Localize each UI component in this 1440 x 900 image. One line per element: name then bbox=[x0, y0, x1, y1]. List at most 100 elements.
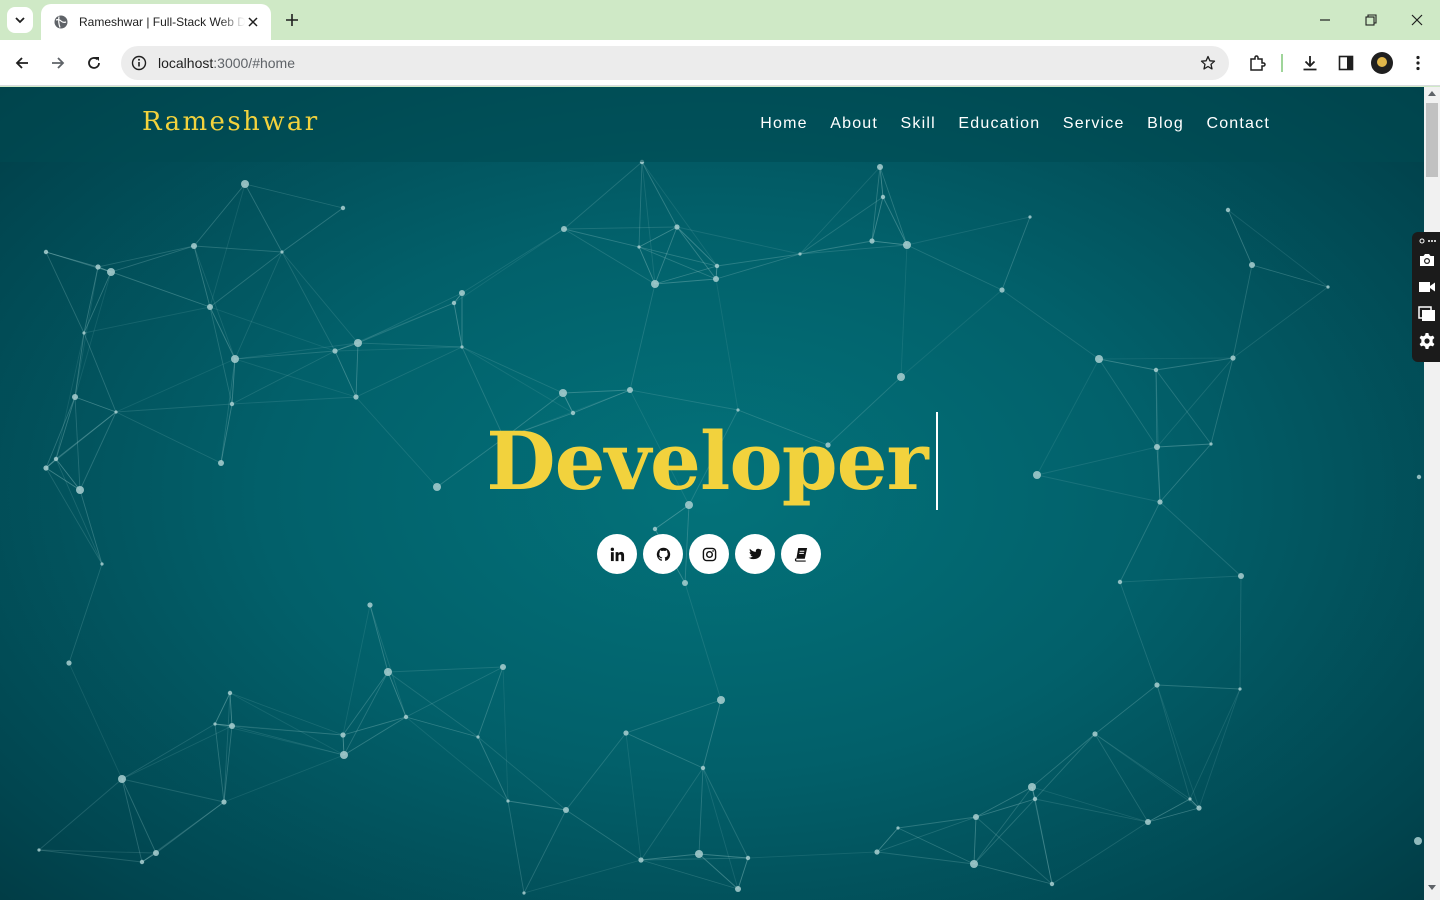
nav-menu: Home About Skill Education Service Blog … bbox=[738, 115, 1270, 133]
network-node bbox=[874, 849, 880, 855]
scroll-down-arrow[interactable] bbox=[1428, 885, 1436, 890]
linkedin-icon bbox=[610, 547, 624, 561]
network-line bbox=[716, 253, 801, 267]
network-line bbox=[121, 723, 216, 780]
network-line bbox=[1232, 286, 1329, 359]
side-panel-button[interactable] bbox=[1334, 51, 1358, 75]
network-line bbox=[1227, 209, 1329, 288]
network-line bbox=[1034, 733, 1096, 800]
scroll-up-arrow[interactable] bbox=[1428, 91, 1436, 96]
network-line bbox=[214, 723, 225, 803]
close-icon[interactable] bbox=[245, 14, 261, 30]
network-line bbox=[641, 161, 656, 285]
network-node bbox=[999, 287, 1005, 293]
browser-tab[interactable]: Rameshwar | Full-Stack Web Developer bbox=[41, 4, 271, 40]
close-window-button[interactable] bbox=[1405, 8, 1429, 32]
instagram-button[interactable] bbox=[689, 534, 729, 574]
network-line bbox=[244, 183, 344, 209]
twitter-button[interactable] bbox=[735, 534, 775, 574]
forward-button[interactable] bbox=[46, 51, 70, 75]
network-node bbox=[153, 850, 159, 856]
network-node bbox=[1188, 797, 1192, 801]
network-node bbox=[1049, 881, 1055, 887]
network-node bbox=[1249, 262, 1255, 268]
network-line bbox=[334, 346, 463, 352]
network-line bbox=[115, 403, 233, 413]
nav-link-blog[interactable]: Blog bbox=[1147, 115, 1184, 133]
nav-link-service[interactable]: Service bbox=[1063, 115, 1125, 133]
network-line bbox=[1227, 209, 1253, 266]
network-line bbox=[121, 778, 143, 863]
new-tab-button[interactable] bbox=[280, 8, 304, 32]
network-node bbox=[637, 245, 641, 249]
nav-link-contact[interactable]: Contact bbox=[1206, 115, 1270, 133]
network-line bbox=[74, 266, 99, 398]
back-button[interactable] bbox=[10, 51, 34, 75]
info-icon[interactable] bbox=[130, 54, 148, 72]
tab-title: Rameshwar | Full-Stack Web Developer bbox=[79, 15, 245, 29]
reload-button[interactable] bbox=[82, 51, 106, 75]
nav-link-about[interactable]: About bbox=[830, 115, 878, 133]
network-node bbox=[207, 304, 213, 310]
scroll-thumb[interactable] bbox=[1426, 103, 1438, 177]
network-node bbox=[559, 389, 567, 397]
address-bar[interactable]: localhost:3000/#home bbox=[121, 46, 1229, 80]
book-icon bbox=[794, 547, 807, 562]
network-node bbox=[651, 280, 659, 288]
network-line bbox=[715, 278, 739, 411]
network-node bbox=[37, 848, 41, 852]
tab-search-button[interactable] bbox=[7, 7, 33, 33]
nav-link-home[interactable]: Home bbox=[760, 115, 807, 133]
network-line bbox=[975, 786, 1033, 818]
network-node bbox=[1230, 355, 1236, 361]
nav-link-skill[interactable]: Skill bbox=[901, 115, 936, 133]
network-node bbox=[903, 241, 911, 249]
panel-drag-handle[interactable] bbox=[1417, 236, 1437, 246]
extensions-button[interactable] bbox=[1245, 51, 1269, 75]
blog-button[interactable] bbox=[781, 534, 821, 574]
network-node bbox=[1092, 731, 1098, 737]
star-icon[interactable] bbox=[1199, 54, 1217, 72]
network-line bbox=[897, 827, 975, 865]
network-node bbox=[476, 735, 480, 739]
network-node bbox=[735, 886, 741, 892]
network-node bbox=[652, 526, 658, 532]
network-line bbox=[676, 226, 718, 267]
network-node bbox=[118, 775, 126, 783]
network-node bbox=[1238, 687, 1242, 691]
window-capture-button[interactable] bbox=[1417, 304, 1437, 324]
profile-avatar[interactable] bbox=[1371, 52, 1393, 74]
screenshot-button[interactable] bbox=[1417, 250, 1437, 270]
network-node bbox=[714, 263, 720, 269]
record-video-button[interactable] bbox=[1417, 277, 1437, 297]
network-line bbox=[1001, 216, 1031, 291]
capture-side-panel bbox=[1412, 232, 1440, 362]
network-line bbox=[193, 245, 236, 360]
minimize-button[interactable] bbox=[1313, 8, 1337, 32]
network-node bbox=[100, 562, 104, 566]
network-line bbox=[625, 732, 704, 769]
network-node bbox=[674, 224, 680, 230]
network-node bbox=[522, 891, 526, 895]
browser-menu-button[interactable] bbox=[1406, 51, 1430, 75]
network-node bbox=[627, 387, 633, 393]
page-scrollbar[interactable] bbox=[1424, 87, 1440, 900]
panel-settings-button[interactable] bbox=[1417, 331, 1437, 351]
network-line bbox=[563, 228, 640, 248]
extensions-icon bbox=[1250, 55, 1266, 71]
network-line bbox=[83, 271, 112, 334]
download-icon bbox=[1303, 56, 1317, 71]
network-node bbox=[973, 814, 979, 820]
download-button[interactable] bbox=[1298, 51, 1322, 75]
network-node bbox=[229, 723, 235, 729]
restore-button[interactable] bbox=[1359, 8, 1383, 32]
network-line bbox=[231, 396, 357, 405]
network-line bbox=[900, 289, 1003, 378]
network-line bbox=[641, 161, 678, 228]
network-line bbox=[121, 778, 157, 854]
network-line bbox=[897, 816, 977, 829]
linkedin-button[interactable] bbox=[597, 534, 637, 574]
nav-link-education[interactable]: Education bbox=[958, 115, 1040, 133]
site-brand[interactable]: Rameshwar bbox=[142, 107, 320, 137]
github-button[interactable] bbox=[643, 534, 683, 574]
